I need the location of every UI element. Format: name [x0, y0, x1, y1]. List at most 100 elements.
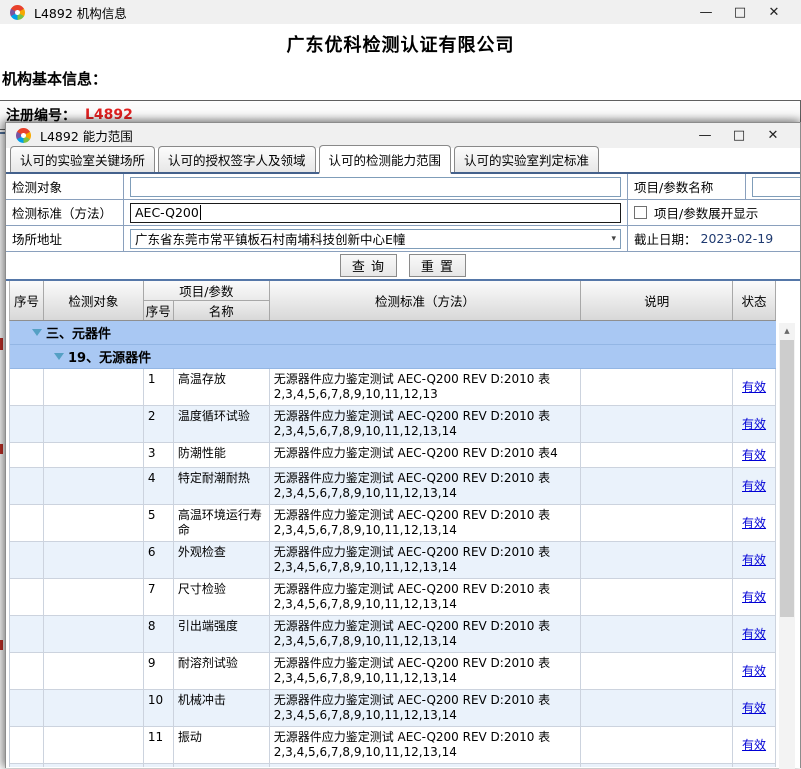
tab-testing-capability[interactable]: 认可的检测能力范围: [319, 145, 452, 174]
expand-checkbox-row: 项目/参数展开显示: [628, 200, 800, 226]
collapse-triangle-icon[interactable]: [54, 353, 64, 360]
table-row: 无源器件应力鉴定测试 AEC-Q200 REV D:2010 表 2,3,4,5…: [10, 764, 776, 767]
reset-button[interactable]: 重 置: [409, 254, 466, 277]
cell-param-seq: 3: [144, 443, 174, 468]
cell-param-name: [174, 764, 270, 767]
cell-standard: 无源器件应力鉴定测试 AEC-Q200 REV D:2010 表 2,3,4,5…: [270, 406, 582, 443]
institution-titlebar[interactable]: L4892 机构信息 — □ ✕: [0, 0, 801, 24]
tab-authorized-signatories[interactable]: 认可的授权签字人及领域: [158, 146, 316, 172]
capability-window: L4892 能力范围 — □ ✕ 认可的实验室关键场所 认可的授权签字人及领域 …: [5, 122, 801, 768]
table-body: 1 高温存放 无源器件应力鉴定测试 AEC-Q200 REV D:2010 表 …: [10, 369, 776, 767]
cell-group-seq: [10, 616, 44, 653]
status-valid-link[interactable]: 有效: [742, 590, 766, 605]
cell-test-object: [44, 764, 144, 767]
cell-status: 有效: [733, 505, 776, 542]
standard-cell: AEC-Q200: [124, 200, 628, 226]
cell-test-object: [44, 468, 144, 505]
cell-param-name: 特定耐潮耐热: [174, 468, 270, 505]
chevron-down-icon: ▾: [607, 234, 616, 244]
scrollbar-thumb[interactable]: [780, 340, 794, 617]
vertical-scrollbar[interactable]: ▲: [779, 323, 795, 769]
status-valid-link[interactable]: 有效: [742, 738, 766, 753]
status-valid-link[interactable]: 有效: [742, 553, 766, 568]
table-row: 6 外观检查 无源器件应力鉴定测试 AEC-Q200 REV D:2010 表 …: [10, 542, 776, 579]
group-row-components[interactable]: 三、元器件: [10, 321, 776, 345]
cell-group-seq: [10, 764, 44, 767]
status-valid-link[interactable]: 有效: [742, 664, 766, 679]
app-icon: [10, 5, 25, 20]
header-param-name: 名称: [174, 301, 269, 320]
cell-standard: 无源器件应力鉴定测试 AEC-Q200 REV D:2010 表 2,3,4,5…: [270, 690, 582, 727]
close-icon[interactable]: ✕: [756, 128, 790, 143]
cell-param-seq: 11: [144, 727, 174, 764]
cell-param-name: 耐溶剂试验: [174, 653, 270, 690]
param-name-input[interactable]: [752, 177, 800, 197]
deadline-value: 2023-02-19: [701, 231, 774, 246]
cell-group-seq: [10, 542, 44, 579]
cell-description: [581, 764, 733, 767]
cell-status: 有效: [733, 727, 776, 764]
header-seq: 序号: [10, 281, 44, 320]
table-header: 序号 检测对象 项目/参数 序号 名称 检测标准（方法） 说明 状态: [9, 281, 776, 321]
scroll-up-icon[interactable]: ▲: [779, 323, 795, 339]
query-button[interactable]: 查 询: [340, 254, 397, 277]
occluded-text-sliver: [0, 338, 3, 350]
occluded-text-sliver: [0, 444, 3, 454]
collapse-triangle-icon[interactable]: [32, 329, 42, 336]
cell-standard: 无源器件应力鉴定测试 AEC-Q200 REV D:2010 表 2,3,4,5…: [270, 468, 582, 505]
close-icon[interactable]: ✕: [757, 5, 791, 20]
cell-standard: 无源器件应力鉴定测试 AEC-Q200 REV D:2010 表 2,3,4,5…: [270, 369, 582, 406]
status-valid-link[interactable]: 有效: [742, 417, 766, 432]
header-test-object: 检测对象: [44, 281, 144, 320]
test-object-input[interactable]: [130, 177, 621, 197]
deadline-row: 截止日期： 2023-02-19: [628, 226, 800, 252]
cell-test-object: [44, 727, 144, 764]
cell-test-object: [44, 369, 144, 406]
cell-status: 有效: [733, 690, 776, 727]
tab-lab-key-sites[interactable]: 认可的实验室关键场所: [10, 146, 155, 172]
cell-group-seq: [10, 468, 44, 505]
table-row: 7 尺寸检验 无源器件应力鉴定测试 AEC-Q200 REV D:2010 表 …: [10, 579, 776, 616]
cell-status: 有效: [733, 542, 776, 579]
cell-standard: 无源器件应力鉴定测试 AEC-Q200 REV D:2010 表 2,3,4,5…: [270, 505, 582, 542]
cell-param-seq: 9: [144, 653, 174, 690]
cell-group-seq: [10, 443, 44, 468]
address-select[interactable]: 广东省东莞市常平镇板石村南埔科技创新中心E幢 ▾: [130, 229, 621, 249]
minimize-icon[interactable]: —: [688, 128, 722, 143]
search-form: 检测对象 项目/参数名称 检测标准（方法） AEC-Q200 项目/参数展开显示…: [6, 174, 800, 252]
cell-group-seq: [10, 505, 44, 542]
institution-window-title: L4892 机构信息: [34, 3, 127, 22]
tab-bar: 认可的实验室关键场所 认可的授权签字人及领域 认可的检测能力范围 认可的实验室判…: [6, 148, 800, 174]
cell-param-seq: 4: [144, 468, 174, 505]
cell-param-name: 引出端强度: [174, 616, 270, 653]
cell-status: 有效: [733, 653, 776, 690]
maximize-icon[interactable]: □: [722, 128, 756, 143]
cell-test-object: [44, 406, 144, 443]
address-cell: 广东省东莞市常平镇板石村南埔科技创新中心E幢 ▾: [124, 226, 628, 252]
status-valid-link[interactable]: 有效: [742, 479, 766, 494]
table-scroll-area: 三、元器件 19、无源器件 1 高温存放 无源器件应力鉴定测试 AEC-Q200…: [9, 321, 776, 767]
status-valid-link[interactable]: 有效: [742, 516, 766, 531]
capability-window-title: L4892 能力范围: [40, 126, 133, 145]
cell-param-name: 机械冲击: [174, 690, 270, 727]
cell-group-seq: [10, 727, 44, 764]
table-row: 9 耐溶剂试验 无源器件应力鉴定测试 AEC-Q200 REV D:2010 表…: [10, 653, 776, 690]
status-valid-link[interactable]: 有效: [742, 380, 766, 395]
cell-standard: 无源器件应力鉴定测试 AEC-Q200 REV D:2010 表 2,3,4,5…: [270, 542, 582, 579]
group-row-passive-components[interactable]: 19、无源器件: [10, 345, 776, 369]
expand-checkbox[interactable]: [634, 206, 647, 219]
table-row: 11 振动 无源器件应力鉴定测试 AEC-Q200 REV D:2010 表 2…: [10, 727, 776, 764]
standard-input[interactable]: AEC-Q200: [130, 203, 621, 223]
cell-param-seq: 8: [144, 616, 174, 653]
tab-lab-criteria[interactable]: 认可的实验室判定标准: [454, 146, 599, 172]
minimize-icon[interactable]: —: [689, 5, 723, 20]
cell-status: [733, 764, 776, 767]
window-controls: — □ ✕: [689, 5, 791, 20]
status-valid-link[interactable]: 有效: [742, 627, 766, 642]
cell-test-object: [44, 653, 144, 690]
status-valid-link[interactable]: 有效: [742, 448, 766, 463]
cell-standard: 无源器件应力鉴定测试 AEC-Q200 REV D:2010 表 2,3,4,5…: [270, 764, 582, 767]
cell-status: 有效: [733, 616, 776, 653]
maximize-icon[interactable]: □: [723, 5, 757, 20]
status-valid-link[interactable]: 有效: [742, 701, 766, 716]
